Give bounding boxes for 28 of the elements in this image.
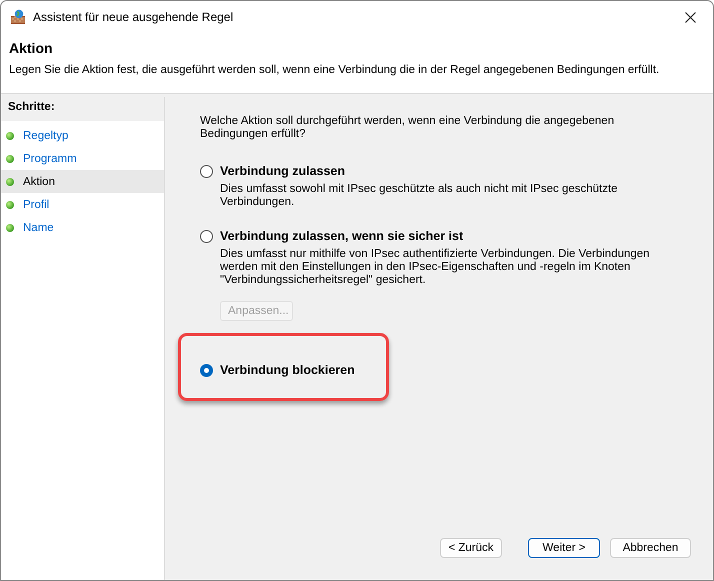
- step-item[interactable]: Regeltyp: [1, 124, 164, 147]
- page-description: Legen Sie die Aktion fest, die ausgeführt werden soll, wenn eine Verbindung die in der Regel angegebenen Bedingungen erfüllt.: [9, 64, 660, 76]
- status-dot-icon: [6, 200, 14, 208]
- firewall-icon: [10, 9, 26, 25]
- dialog-button[interactable]: < Zurück: [440, 538, 502, 558]
- status-dot-icon: [6, 154, 14, 162]
- step-item[interactable]: Programm: [1, 147, 164, 170]
- status-dot-icon: [6, 224, 14, 232]
- step-item[interactable]: Aktion: [1, 170, 164, 193]
- radio-button[interactable]: [200, 230, 213, 242]
- option-label[interactable]: Verbindung zulassen: [220, 164, 346, 178]
- question-text: Welche Aktion soll durchgeführt werden, wenn eine Verbindung die angegebenen Bedingungen erfüllt?: [200, 115, 616, 141]
- dialog-button[interactable]: Abbrechen: [610, 538, 691, 558]
- dialog-button[interactable]: Weiter >: [528, 538, 600, 558]
- option-label[interactable]: Verbindung zulassen, wenn sie sicher ist: [220, 229, 464, 243]
- step-item[interactable]: Name: [1, 216, 164, 239]
- window-title: Assistent für neue ausgehende Regel: [33, 10, 234, 24]
- status-dot-icon: [6, 178, 14, 186]
- step-item[interactable]: Profil: [1, 193, 164, 216]
- steps-heading: Schritte:: [1, 97, 164, 121]
- radio-button[interactable]: [200, 164, 213, 178]
- close-icon: [684, 12, 696, 22]
- option-description: Dies umfasst nur mithilfe von IPsec authentifizierte Verbindungen. Die Verbindungen werden mit den Einstellungen in den IPsec-Eigenschaften und -regeln im Knoten "Verbindungssicherheitsregel" gesichert.: [220, 248, 651, 287]
- option-description: Dies umfasst sowohl mit IPsec geschützte als auch nicht mit IPsec geschützte Verbindungen.: [220, 183, 619, 209]
- option-label[interactable]: Verbindung blockieren: [220, 363, 355, 377]
- page-title: Aktion: [9, 40, 54, 56]
- radio-button[interactable]: [200, 364, 213, 376]
- status-dot-icon: [6, 132, 14, 140]
